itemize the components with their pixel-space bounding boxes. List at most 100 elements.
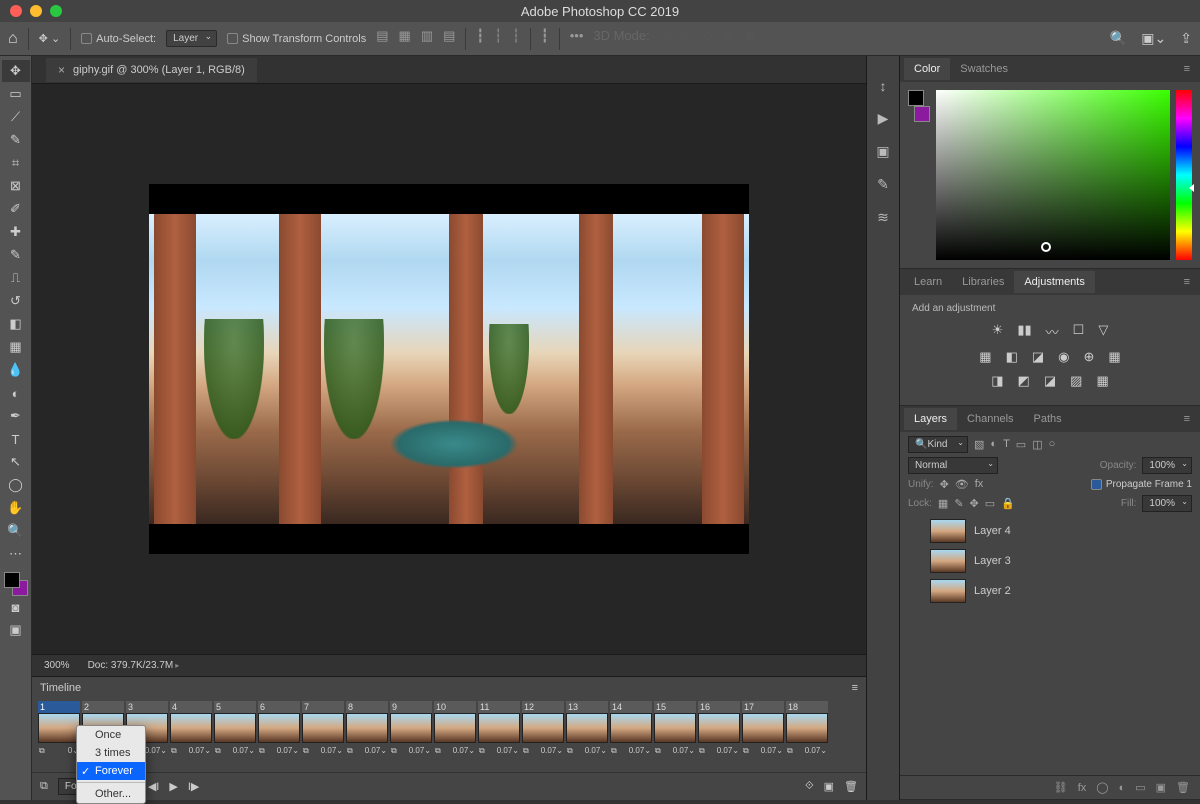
channel-mixer-icon[interactable]: ⊕ xyxy=(1084,349,1095,365)
brightness-contrast-icon[interactable]: ☀ xyxy=(992,322,1004,341)
levels-icon[interactable]: ▮▮ xyxy=(1017,322,1031,341)
new-frame-button[interactable]: ▣ xyxy=(824,780,834,793)
clone-stamp-tool[interactable]: ⎍ xyxy=(2,267,30,289)
timeline-frame[interactable]: 8⧉0.07⌄ xyxy=(346,701,388,772)
opacity-dropdown[interactable]: 100% xyxy=(1142,457,1192,474)
align-left-icon[interactable]: ▤ xyxy=(376,28,388,50)
more-options-icon[interactable]: ••• xyxy=(570,28,584,50)
timeline-frame[interactable]: 13⧉0.07⌄ xyxy=(566,701,608,772)
distribute-icon[interactable]: ┇ xyxy=(541,28,549,50)
loop-option-forever[interactable]: Forever xyxy=(77,762,145,780)
brush-tool[interactable]: ✎ xyxy=(2,244,30,266)
timeline-frame[interactable]: 9⧉0.07⌄ xyxy=(390,701,432,772)
hand-tool[interactable]: ✋ xyxy=(2,497,30,519)
posterize-icon[interactable]: ◩ xyxy=(1018,373,1030,389)
layer-filter-dropdown[interactable]: 🔍Kind xyxy=(908,436,968,453)
filter-pixel-icon[interactable]: ▧ xyxy=(974,438,984,451)
learn-tab[interactable]: Learn xyxy=(904,271,952,293)
healing-tool[interactable]: ✚ xyxy=(2,221,30,243)
filter-shape-icon[interactable]: ▭ xyxy=(1016,438,1026,451)
hue-sat-icon[interactable]: ▦ xyxy=(979,349,991,365)
shape-tool[interactable]: ◯ xyxy=(2,474,30,496)
lock-all-icon[interactable]: 🔒 xyxy=(1001,497,1015,510)
type-tool[interactable]: T xyxy=(2,428,30,450)
dodge-tool[interactable]: ◐ xyxy=(2,382,30,404)
zoom-tool[interactable]: 🔍 xyxy=(2,520,30,542)
link-layers-icon[interactable]: ⛓ xyxy=(1054,781,1068,794)
paths-tab[interactable]: Paths xyxy=(1024,408,1072,430)
distribute-v-icon[interactable]: ┆ xyxy=(494,28,502,50)
gradient-tool[interactable]: ▦ xyxy=(2,336,30,358)
document-tab[interactable]: × giphy.gif @ 300% (Layer 1, RGB/8) xyxy=(46,58,257,82)
search-icon[interactable]: 🔍 xyxy=(1110,30,1127,47)
path-select-tool[interactable]: ↖ xyxy=(2,451,30,473)
eyedropper-tool[interactable]: ✐ xyxy=(2,198,30,220)
lock-image-icon[interactable]: ✎ xyxy=(954,497,963,510)
share-icon[interactable]: ⇪ xyxy=(1180,30,1192,47)
filter-type-icon[interactable]: T xyxy=(1003,438,1010,451)
timeline-frame[interactable]: 16⧉0.07⌄ xyxy=(698,701,740,772)
layer-mask-icon[interactable]: ◯ xyxy=(1096,781,1108,794)
timeline-frame[interactable]: 12⧉0.07⌄ xyxy=(522,701,564,772)
bw-icon[interactable]: ◪ xyxy=(1032,349,1044,365)
unify-style-icon[interactable]: fx xyxy=(975,478,984,491)
close-window-button[interactable] xyxy=(10,5,22,17)
lock-position-icon[interactable]: ✥ xyxy=(970,497,979,510)
timeline-menu-icon[interactable]: ≡ xyxy=(852,682,858,694)
play-button[interactable]: ▶ xyxy=(169,780,177,793)
invert-icon[interactable]: ◨ xyxy=(991,373,1003,389)
libraries-tab[interactable]: Libraries xyxy=(952,271,1014,293)
actions-panel-icon[interactable]: ▶ xyxy=(878,110,889,127)
timeline-frame[interactable]: 7⧉0.07⌄ xyxy=(302,701,344,772)
timeline-frame[interactable]: 17⧉0.07⌄ xyxy=(742,701,784,772)
maximize-window-button[interactable] xyxy=(50,5,62,17)
timeline-frame[interactable]: 15⧉0.07⌄ xyxy=(654,701,696,772)
doc-info[interactable]: Doc: 379.7K/23.7M▸ xyxy=(88,660,180,671)
history-brush-tool[interactable]: ↺ xyxy=(2,290,30,312)
selective-color-icon[interactable]: ▦ xyxy=(1096,373,1108,389)
blur-tool[interactable]: 💧 xyxy=(2,359,30,381)
pen-tool[interactable]: ✒ xyxy=(2,405,30,427)
move-tool[interactable]: ✥ xyxy=(2,60,30,82)
prev-frame-button[interactable]: ◀I xyxy=(148,780,160,793)
next-frame-button[interactable]: I▶ xyxy=(188,780,200,793)
layer-style-icon[interactable]: fx xyxy=(1078,782,1087,794)
align-top-icon[interactable]: ▤ xyxy=(443,28,455,50)
brushes-panel-icon[interactable]: ✎ xyxy=(877,176,889,193)
delete-layer-icon[interactable]: 🗑 xyxy=(1176,781,1190,794)
align-right-icon[interactable]: ▥ xyxy=(421,28,433,50)
foreground-background-swatch[interactable] xyxy=(908,90,930,122)
lock-transparent-icon[interactable]: ▦ xyxy=(938,497,948,510)
new-layer-icon[interactable]: ▣ xyxy=(1156,781,1166,794)
blend-mode-dropdown[interactable]: Normal xyxy=(908,457,998,474)
adjustment-layer-icon[interactable]: ◐ xyxy=(1119,782,1126,794)
lasso-tool[interactable]: ⟋ xyxy=(2,106,30,128)
loop-option-other[interactable]: Other... xyxy=(77,785,145,803)
layer-row[interactable]: Layer 4 xyxy=(900,516,1200,546)
vibrance-icon[interactable]: ▽ xyxy=(1098,322,1108,341)
adjustments-panel-menu-icon[interactable]: ≡ xyxy=(1184,276,1190,288)
photo-filter-icon[interactable]: ◉ xyxy=(1058,349,1069,365)
fill-dropdown[interactable]: 100% xyxy=(1142,495,1192,512)
auto-select-target-dropdown[interactable]: Layer xyxy=(166,30,217,47)
gradient-map-icon[interactable]: ▨ xyxy=(1070,373,1082,389)
swatches-tab[interactable]: Swatches xyxy=(950,58,1018,80)
screen-mode[interactable]: ▣ xyxy=(2,619,30,641)
color-balance-icon[interactable]: ◧ xyxy=(1006,349,1018,365)
quick-mask[interactable]: ◙ xyxy=(2,596,30,618)
loop-option-once[interactable]: Once xyxy=(77,726,145,744)
adjustments-tab[interactable]: Adjustments xyxy=(1014,271,1095,293)
show-transform-checkbox[interactable]: Show Transform Controls xyxy=(227,33,366,45)
threshold-icon[interactable]: ◪ xyxy=(1044,373,1056,389)
home-icon[interactable]: ⌂ xyxy=(8,30,18,48)
filter-adjustment-icon[interactable]: ◐ xyxy=(990,438,997,451)
timeline-frame[interactable]: 5⧉0.07⌄ xyxy=(214,701,256,772)
zoom-level[interactable]: 300% xyxy=(44,660,70,671)
timeline-frame[interactable]: 10⧉0.07⌄ xyxy=(434,701,476,772)
filter-toggle-icon[interactable]: ○ xyxy=(1049,438,1056,451)
canvas[interactable] xyxy=(149,184,749,554)
history-panel-icon[interactable]: ↕ xyxy=(880,78,887,94)
brush-settings-panel-icon[interactable]: ≋ xyxy=(877,209,889,226)
marquee-tool[interactable]: ▭ xyxy=(2,83,30,105)
hue-slider[interactable] xyxy=(1176,90,1192,260)
